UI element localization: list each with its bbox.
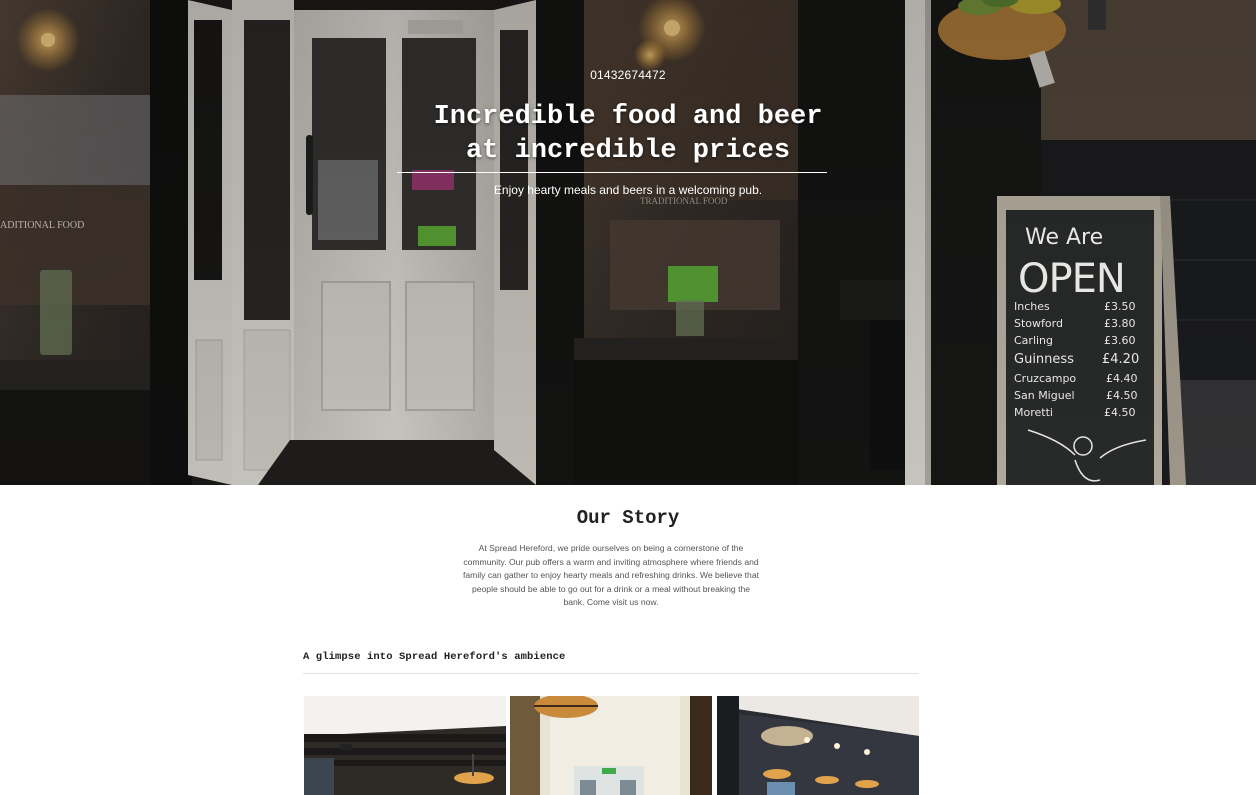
gallery-photo-3[interactable] xyxy=(717,696,919,795)
hero-divider xyxy=(397,172,827,173)
hero-subtitle: Enjoy hearty meals and beers in a welcom… xyxy=(493,183,763,197)
our-story-body: At Spread Hereford, we pride ourselves o… xyxy=(463,543,760,607)
hero-title: Incredible food and beer at incredible p… xyxy=(0,100,1256,168)
our-story-title: Our Story xyxy=(576,507,680,529)
gallery-divider xyxy=(303,673,919,674)
ambience-gallery xyxy=(304,696,919,795)
hero-title-line-2: at incredible prices xyxy=(465,136,791,166)
hero-content: 01432674472 Incredible food and beer at … xyxy=(0,0,1256,485)
gallery-heading: A glimpse into Spread Hereford's ambienc… xyxy=(303,651,566,663)
gallery-photo-2[interactable] xyxy=(510,696,712,795)
hero-title-line-1: Incredible food and beer xyxy=(433,102,823,132)
hero-phone-number[interactable]: 01432674472 xyxy=(0,68,1256,82)
gallery-photo-1[interactable] xyxy=(304,696,506,795)
hero-section: ADITIONAL FOOD TRADITIONAL FOOD We Are O… xyxy=(0,0,1256,485)
